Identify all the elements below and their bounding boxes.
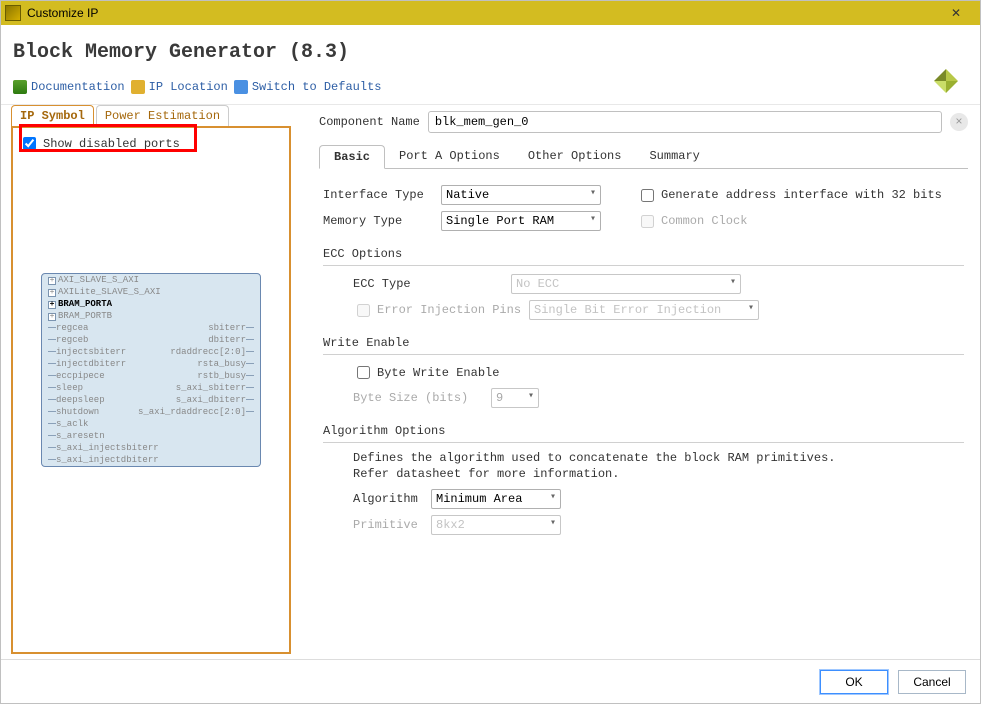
algorithm-row: Algorithm Minimum Area xyxy=(323,489,964,509)
port-signal: eccpipecerstb_busy xyxy=(42,370,260,382)
primitive-row: Primitive 8kx2 xyxy=(323,515,964,535)
algorithm-label: Algorithm xyxy=(353,492,423,506)
ip-location-link[interactable]: IP Location xyxy=(131,80,228,94)
byte-size-label: Byte Size (bits) xyxy=(353,391,483,405)
ecc-type-row: ECC Type No ECC xyxy=(323,274,964,294)
write-enable-title: Write Enable xyxy=(323,336,964,350)
ecc-options-title: ECC Options xyxy=(323,247,964,261)
interface-type-label: Interface Type xyxy=(323,188,433,202)
ecc-type-label: ECC Type xyxy=(353,277,503,291)
port-signal: deepsleeps_axi_dbiterr xyxy=(42,394,260,406)
port-interface[interactable]: +BRAM_PORTB xyxy=(42,310,260,322)
algo-desc-2: Refer datasheet for more information. xyxy=(323,467,964,481)
tab-power-estimation[interactable]: Power Estimation xyxy=(96,105,229,126)
clear-icon[interactable]: × xyxy=(950,113,968,131)
common-clock-checkbox: Common Clock xyxy=(637,212,747,231)
show-disabled-ports-label: Show disabled ports xyxy=(43,137,180,151)
error-injection-select: Single Bit Error Injection xyxy=(529,300,759,320)
primitive-label: Primitive xyxy=(353,518,423,532)
interface-type-row: Interface Type Native Generate address i… xyxy=(323,185,964,205)
tab-ip-symbol[interactable]: IP Symbol xyxy=(11,105,94,126)
port-interface[interactable]: +AXILite_SLAVE_S_AXI xyxy=(42,286,260,298)
docs-icon xyxy=(13,80,27,94)
page-title: Block Memory Generator (8.3) xyxy=(13,41,968,64)
component-name-row: Component Name × xyxy=(319,111,968,133)
divider xyxy=(323,442,964,443)
xilinx-logo-icon xyxy=(926,61,966,101)
byte-size-select: 9 xyxy=(491,388,539,408)
gen-addr-32-checkbox[interactable]: Generate address interface with 32 bits xyxy=(637,186,942,205)
port-signal: sleeps_axi_sbiterr xyxy=(42,382,260,394)
port-signal: regceasbiterr xyxy=(42,322,260,334)
documentation-link[interactable]: Documentation xyxy=(13,80,125,94)
cancel-button[interactable]: Cancel xyxy=(898,670,966,694)
customize-ip-window: Customize IP ✕ Block Memory Generator (8… xyxy=(0,0,981,704)
divider xyxy=(323,265,964,266)
byte-size-row: Byte Size (bits) 9 xyxy=(323,388,964,408)
component-name-input[interactable] xyxy=(428,111,942,133)
show-disabled-ports-input[interactable] xyxy=(23,137,36,150)
byte-write-enable-row: Byte Write Enable xyxy=(323,363,964,382)
dialog-footer: OK Cancel xyxy=(1,659,980,703)
tab-summary[interactable]: Summary xyxy=(635,145,713,168)
algo-desc-1: Defines the algorithm used to concatenat… xyxy=(323,451,964,465)
titlebar: Customize IP ✕ xyxy=(1,1,980,25)
basic-tab-content: Interface Type Native Generate address i… xyxy=(319,169,968,551)
port-signal: s_axi_injectsbiterr xyxy=(42,442,260,454)
left-panel: IP Symbol Power Estimation Show disabled… xyxy=(1,105,291,643)
memory-type-select[interactable]: Single Port RAM xyxy=(441,211,601,231)
left-tabs: IP Symbol Power Estimation xyxy=(11,105,291,126)
error-injection-row: Error Injection Pins Single Bit Error In… xyxy=(323,300,964,320)
interface-type-select[interactable]: Native xyxy=(441,185,601,205)
port-interface[interactable]: +AXI_SLAVE_S_AXI xyxy=(42,274,260,286)
memory-type-label: Memory Type xyxy=(323,214,433,228)
algorithm-select[interactable]: Minimum Area xyxy=(431,489,561,509)
algorithm-options-title: Algorithm Options xyxy=(323,424,964,438)
right-panel: Component Name × Basic Port A Options Ot… xyxy=(291,105,980,643)
error-injection-checkbox: Error Injection Pins xyxy=(353,301,521,320)
port-signal: s_aclk xyxy=(42,418,260,430)
window-title: Customize IP xyxy=(27,6,98,20)
app-icon xyxy=(5,5,21,21)
port-signal: s_axi_injectdbiterr xyxy=(42,454,260,466)
close-button[interactable]: ✕ xyxy=(940,3,972,23)
tab-basic[interactable]: Basic xyxy=(319,145,385,169)
port-signal: injectdbiterrrsta_busy xyxy=(42,358,260,370)
switch-defaults-link[interactable]: Switch to Defaults xyxy=(234,80,382,94)
primitive-select: 8kx2 xyxy=(431,515,561,535)
right-tabs: Basic Port A Options Other Options Summa… xyxy=(319,145,968,169)
port-signal: injectsbiterrrdaddrecc[2:0] xyxy=(42,346,260,358)
header: Block Memory Generator (8.3) xyxy=(1,25,980,76)
ok-button[interactable]: OK xyxy=(820,670,888,694)
port-signal: s_aresetn xyxy=(42,430,260,442)
reset-icon xyxy=(234,80,248,94)
port-interface[interactable]: +BRAM_PORTA xyxy=(42,298,260,310)
show-disabled-ports-checkbox[interactable]: Show disabled ports xyxy=(19,134,283,153)
byte-write-enable-checkbox[interactable]: Byte Write Enable xyxy=(353,363,499,382)
memory-type-row: Memory Type Single Port RAM Common Clock xyxy=(323,211,964,231)
tab-other-options[interactable]: Other Options xyxy=(514,145,636,168)
divider xyxy=(323,354,964,355)
port-signal: shutdowns_axi_rdaddrecc[2:0] xyxy=(42,406,260,418)
toolbar: Documentation IP Location Switch to Defa… xyxy=(1,76,980,105)
symbol-view: Show disabled ports +AXI_SLAVE_S_AXI+AXI… xyxy=(11,126,291,654)
component-name-label: Component Name xyxy=(319,115,420,129)
folder-icon xyxy=(131,80,145,94)
port-signal: regcebdbiterr xyxy=(42,334,260,346)
block-diagram: +AXI_SLAVE_S_AXI+AXILite_SLAVE_S_AXI+BRA… xyxy=(41,273,261,467)
ecc-type-select: No ECC xyxy=(511,274,741,294)
tab-port-a-options[interactable]: Port A Options xyxy=(385,145,514,168)
main-area: IP Symbol Power Estimation Show disabled… xyxy=(1,105,980,643)
